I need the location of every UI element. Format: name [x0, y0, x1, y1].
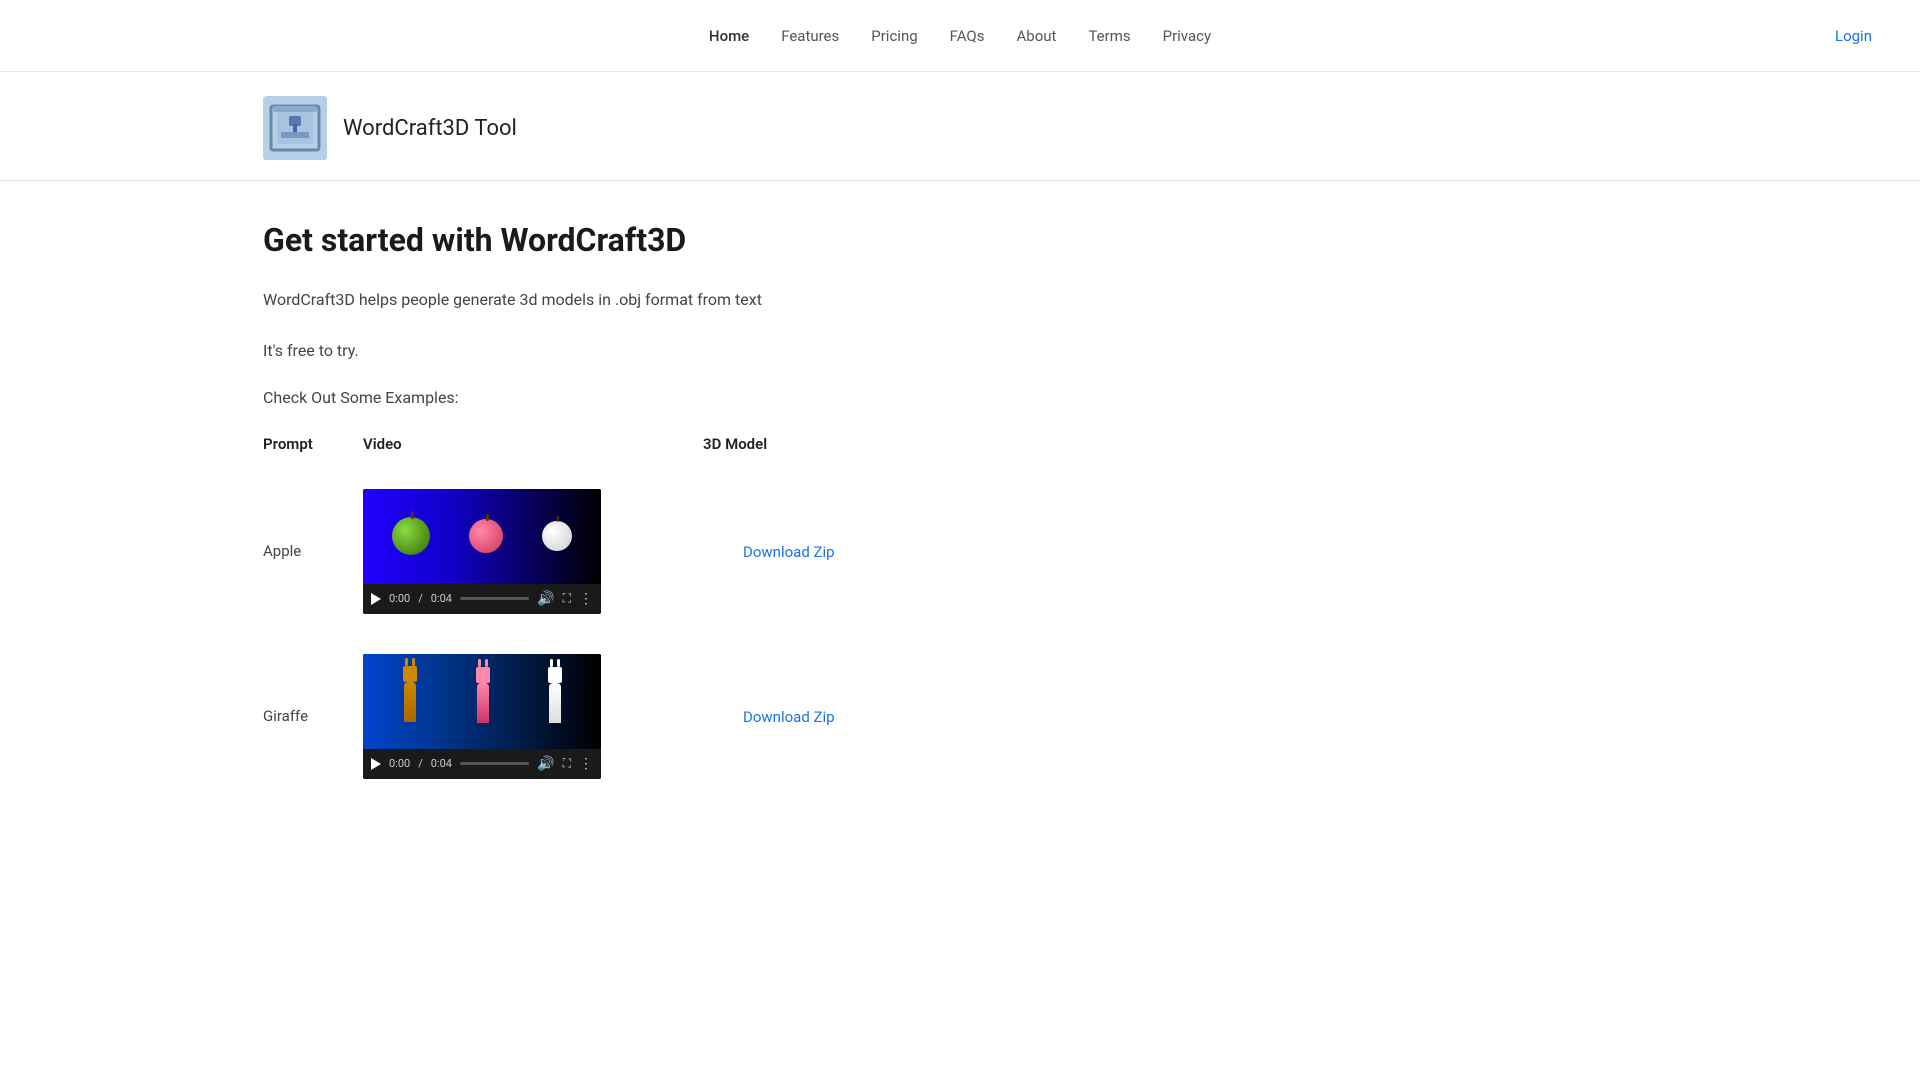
- progress-bar-giraffe[interactable]: [460, 762, 529, 765]
- video-time-giraffe: 0:00: [389, 757, 410, 770]
- table-header: Prompt Video 3D Model: [263, 435, 1657, 453]
- nav-link-pricing[interactable]: Pricing: [871, 27, 917, 45]
- description-text: WordCraft3D helps people generate 3d mod…: [263, 287, 1657, 313]
- apple-white-icon: [542, 521, 572, 551]
- giraffe-pink-icon: [469, 667, 497, 735]
- progress-bar[interactable]: [460, 597, 529, 600]
- main-content: Get started with WordCraft3D WordCraft3D…: [0, 181, 1920, 839]
- nav-link-about[interactable]: About: [1016, 27, 1056, 45]
- video-scene-giraffe: [363, 654, 601, 749]
- nav-links: Home Features Pricing FAQs About Terms P…: [709, 27, 1211, 45]
- table-row: Giraffe: [263, 634, 1657, 799]
- video-player-apple[interactable]: 0:00 / 0:04 🔊 ⛶ ⋮: [363, 489, 601, 614]
- col-header-video: Video: [363, 435, 703, 453]
- play-button[interactable]: [371, 593, 381, 605]
- video-duration-giraffe: 0:04: [431, 757, 452, 770]
- row-prompt-apple: Apple: [263, 542, 363, 560]
- nav-link-features[interactable]: Features: [781, 27, 839, 45]
- more-options-icon-giraffe[interactable]: ⋮: [579, 756, 593, 772]
- giraffe-neck: [404, 682, 416, 722]
- col-header-model: 3D Model: [703, 435, 767, 453]
- row-video-giraffe: 0:00 / 0:04 🔊 ⛶ ⋮: [363, 654, 703, 779]
- row-video-apple: 0:00 / 0:04 🔊 ⛶ ⋮: [363, 489, 703, 614]
- giraffe-head-white: [548, 667, 562, 683]
- apple-pink-icon: [469, 519, 503, 553]
- giraffe-neck-pink: [477, 683, 489, 723]
- download-zip-giraffe[interactable]: Download Zip: [743, 708, 835, 726]
- video-separator-giraffe: /: [418, 757, 423, 770]
- giraffe-head-pink: [476, 667, 490, 683]
- nav-link-privacy[interactable]: Privacy: [1163, 27, 1211, 45]
- fullscreen-icon[interactable]: ⛶: [563, 591, 571, 606]
- brand-title: WordCraft3D Tool: [343, 116, 517, 141]
- row-download-giraffe: Download Zip: [703, 707, 835, 726]
- examples-label: Check Out Some Examples:: [263, 388, 1657, 407]
- more-options-icon[interactable]: ⋮: [579, 591, 593, 607]
- play-button-giraffe[interactable]: [371, 758, 381, 770]
- row-download-apple: Download Zip: [703, 542, 835, 561]
- giraffe-head: [403, 666, 417, 682]
- row-prompt-giraffe: Giraffe: [263, 707, 363, 725]
- volume-icon-giraffe[interactable]: 🔊: [537, 756, 554, 772]
- table-row: Apple 0:00 / 0:04: [263, 469, 1657, 634]
- free-text: It's free to try.: [263, 341, 1657, 360]
- giraffe-white-icon: [541, 667, 569, 735]
- giraffe-neck-white: [549, 683, 561, 723]
- brand-header: WordCraft3D Tool: [0, 72, 1920, 181]
- video-controls-giraffe: 0:00 / 0:04 🔊 ⛶ ⋮: [363, 749, 601, 779]
- video-time-apple: 0:00: [389, 592, 410, 605]
- nav-link-terms[interactable]: Terms: [1088, 27, 1130, 45]
- fullscreen-icon-giraffe[interactable]: ⛶: [563, 756, 571, 771]
- login-link[interactable]: Login: [1835, 27, 1872, 45]
- giraffe-brown-icon: [395, 666, 425, 736]
- apple-green-icon: [392, 517, 430, 555]
- main-nav: Home Features Pricing FAQs About Terms P…: [0, 0, 1920, 72]
- volume-icon[interactable]: 🔊: [537, 591, 554, 607]
- col-header-prompt: Prompt: [263, 435, 363, 453]
- nav-link-faqs[interactable]: FAQs: [950, 27, 985, 45]
- page-heading: Get started with WordCraft3D: [263, 221, 1657, 259]
- examples-table: Prompt Video 3D Model Apple 0:00 /: [263, 435, 1657, 799]
- video-scene-apple: [363, 489, 601, 584]
- video-separator: /: [418, 592, 423, 605]
- video-duration-apple: 0:04: [431, 592, 452, 605]
- brand-logo: [263, 96, 327, 160]
- video-player-giraffe[interactable]: 0:00 / 0:04 🔊 ⛶ ⋮: [363, 654, 601, 779]
- nav-link-home[interactable]: Home: [709, 27, 749, 45]
- video-controls-apple: 0:00 / 0:04 🔊 ⛶ ⋮: [363, 584, 601, 614]
- download-zip-apple[interactable]: Download Zip: [743, 543, 835, 561]
